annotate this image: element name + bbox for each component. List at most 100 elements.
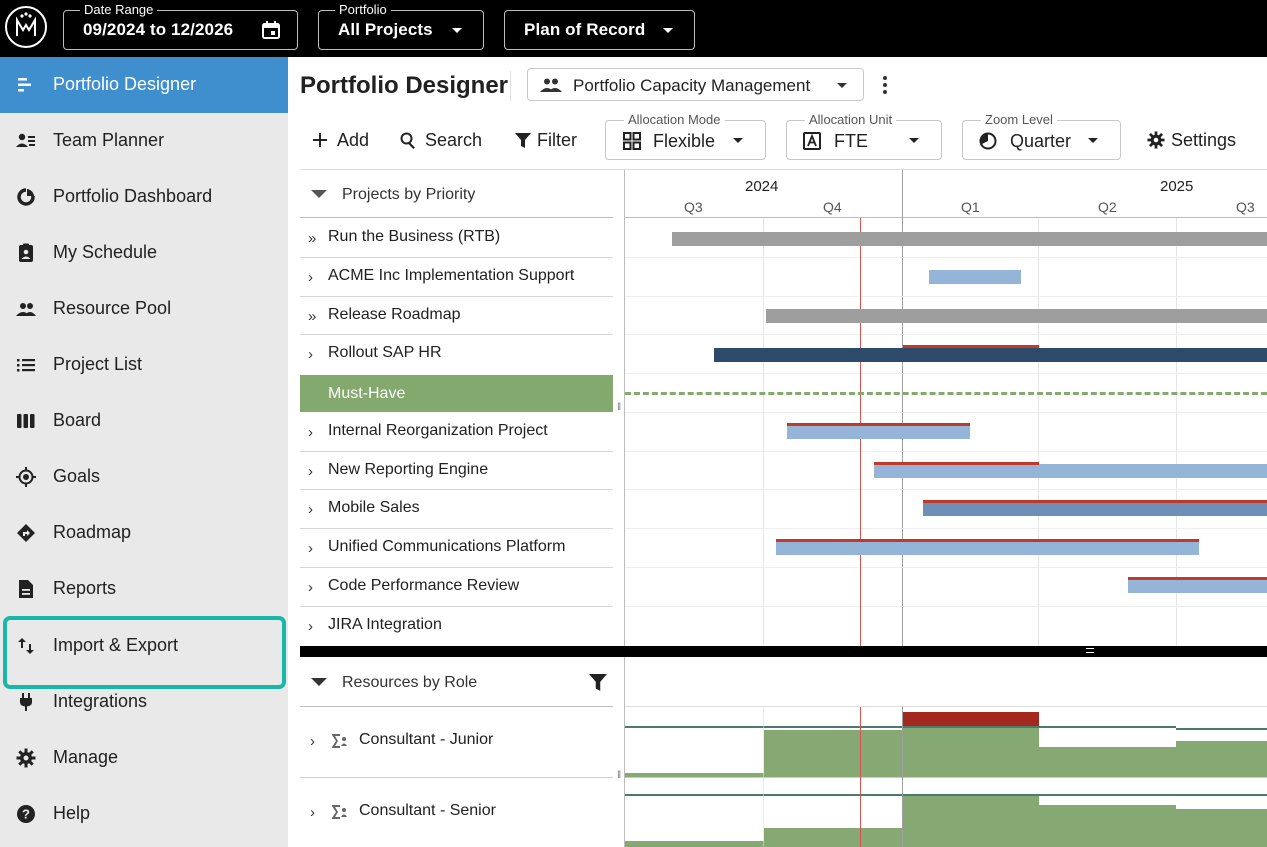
project-row[interactable]: › Code Performance Review [300, 567, 613, 605]
resource-label: Consultant - Junior [359, 731, 494, 748]
sidebar-item-board[interactable]: Board [0, 393, 288, 449]
project-row[interactable]: › New Reporting Engine [300, 451, 613, 489]
chevron-right-icon[interactable]: › [308, 579, 313, 596]
resource-row[interactable]: › Consultant - Senior [300, 778, 613, 847]
project-row[interactable]: › ACME Inc Implementation Support [300, 257, 613, 295]
sidebar-item-label: Help [53, 803, 91, 823]
sidebar-item-resource-pool[interactable]: Resource Pool [0, 281, 288, 337]
project-bar[interactable] [672, 232, 1267, 246]
chevron-down-icon [837, 83, 847, 88]
sidebar-item-project-list[interactable]: Project List [0, 337, 288, 393]
projects-group-header[interactable]: Projects by Priority [300, 170, 613, 217]
project-bar[interactable] [714, 348, 1267, 362]
dashboard-icon [17, 187, 36, 206]
date-range-label: Date Range [80, 2, 158, 18]
add-button[interactable]: Add [312, 129, 374, 151]
date-range-field[interactable]: Date Range 09/2024 to 12/2026 [63, 2, 298, 50]
project-bar[interactable] [1128, 579, 1267, 593]
project-label: Unified Communications Platform [328, 538, 566, 555]
capacity-line [1176, 728, 1267, 730]
project-row[interactable]: › Mobile Sales [300, 489, 613, 527]
chevron-right-icon[interactable]: › [308, 540, 313, 557]
row-gridline [625, 489, 1267, 490]
expand-double-chevron-icon[interactable]: » [308, 230, 316, 247]
sidebar-item-reports[interactable]: Reports [0, 561, 288, 617]
project-label: JIRA Integration [328, 616, 442, 633]
timeline-quarter: Q2 [1098, 199, 1117, 215]
allocation-mode-select[interactable]: Allocation Mode Flexible [605, 112, 766, 160]
project-row[interactable]: › Unified Communications Platform [300, 528, 613, 566]
zoom-icon [979, 132, 997, 150]
zoom-level-select[interactable]: Zoom Level Quarter [962, 112, 1121, 160]
filter-icon[interactable] [589, 674, 607, 692]
capacity-block [903, 796, 1039, 847]
capacity-line [625, 794, 1267, 796]
sidebar-item-goals[interactable]: Goals [0, 449, 288, 505]
people-icon [16, 303, 36, 316]
project-label: Release Roadmap [328, 306, 461, 323]
project-bar[interactable] [766, 309, 1267, 323]
project-row[interactable]: » Release Roadmap [300, 296, 613, 334]
project-row[interactable]: » Run the Business (RTB) [300, 218, 613, 256]
project-bar[interactable] [776, 541, 1199, 555]
sidebar-item-roadmap[interactable]: Roadmap [0, 505, 288, 561]
view-select[interactable]: Portfolio Capacity Management [527, 68, 864, 101]
resources-group-header[interactable]: Resources by Role [300, 657, 613, 706]
sidebar-item-my-schedule[interactable]: My Schedule [0, 225, 288, 281]
project-bar[interactable] [874, 464, 1267, 478]
resource-row[interactable]: › Consultant - Junior [300, 707, 613, 777]
svg-text:?: ? [22, 807, 30, 822]
calendar-icon[interactable] [261, 20, 281, 40]
add-label: Add [337, 130, 370, 150]
sidebar-item-help[interactable]: ? Help [0, 786, 288, 842]
must-have-cutoff-row[interactable]: Must-Have [300, 375, 613, 412]
project-bar[interactable] [923, 502, 1267, 516]
sidebar-item-portfolio-dashboard[interactable]: Portfolio Dashboard [0, 169, 288, 225]
top-bar: Date Range 09/2024 to 12/2026 Portfolio … [0, 0, 1267, 57]
date-range-value: 09/2024 to 12/2026 [83, 20, 234, 39]
expand-double-chevron-icon[interactable]: » [308, 308, 316, 325]
histogram-top-border [625, 706, 1267, 707]
project-row[interactable]: › Rollout SAP HR [300, 334, 613, 372]
list-icon [17, 359, 35, 372]
chevron-right-icon[interactable]: › [308, 501, 313, 518]
chevron-right-icon[interactable]: › [308, 269, 313, 286]
collapse-triangle-icon[interactable] [311, 190, 327, 198]
settings-button[interactable]: Settings [1147, 129, 1243, 151]
sidebar-item-label: Project List [53, 354, 143, 374]
chevron-right-icon[interactable]: › [308, 346, 313, 363]
chevron-right-icon[interactable]: › [308, 463, 313, 480]
sidebar-item-manage[interactable]: Manage [0, 730, 288, 786]
allocation-unit-value: FTE [834, 131, 868, 151]
portfolio-select[interactable]: Portfolio All Projects [318, 2, 484, 50]
chevron-down-icon [452, 28, 462, 33]
sidebar-item-label: My Schedule [53, 242, 158, 262]
filter-button[interactable]: Filter [515, 129, 583, 151]
chevron-right-icon[interactable]: › [308, 424, 313, 441]
row-gridline [625, 334, 1267, 335]
portfolio-label: Portfolio [335, 2, 391, 18]
pane-splitter[interactable] [300, 646, 1267, 657]
app-logo[interactable] [5, 6, 47, 48]
sidebar-item-team-planner[interactable]: Team Planner [0, 113, 288, 169]
chevron-right-icon[interactable]: › [310, 733, 315, 750]
view-select-label: Portfolio Capacity Management [573, 76, 811, 95]
project-bar[interactable] [929, 270, 1021, 284]
allocation-unit-select[interactable]: Allocation Unit FTE [786, 112, 942, 160]
project-row[interactable]: › JIRA Integration [300, 606, 613, 644]
project-bar[interactable] [787, 425, 970, 439]
sidebar-item-portfolio-designer[interactable]: Portfolio Designer [0, 57, 288, 113]
more-vertical-icon[interactable] [882, 75, 888, 95]
search-button[interactable]: Search [400, 129, 484, 151]
chevron-right-icon[interactable]: › [308, 618, 313, 635]
capacity-block [625, 841, 764, 847]
splitter-handle[interactable]: ‖ [617, 402, 621, 413]
plan-select[interactable]: Plan of Record [504, 10, 695, 50]
chevron-right-icon[interactable]: › [310, 804, 315, 821]
splitter-handle[interactable]: ‖ [617, 770, 621, 781]
collapse-triangle-icon[interactable] [311, 678, 327, 686]
sidebar-item-label: Resource Pool [53, 298, 172, 318]
goals-icon [16, 467, 36, 487]
capacity-line [625, 726, 1176, 728]
project-row[interactable]: › Internal Reorganization Project [300, 412, 613, 450]
